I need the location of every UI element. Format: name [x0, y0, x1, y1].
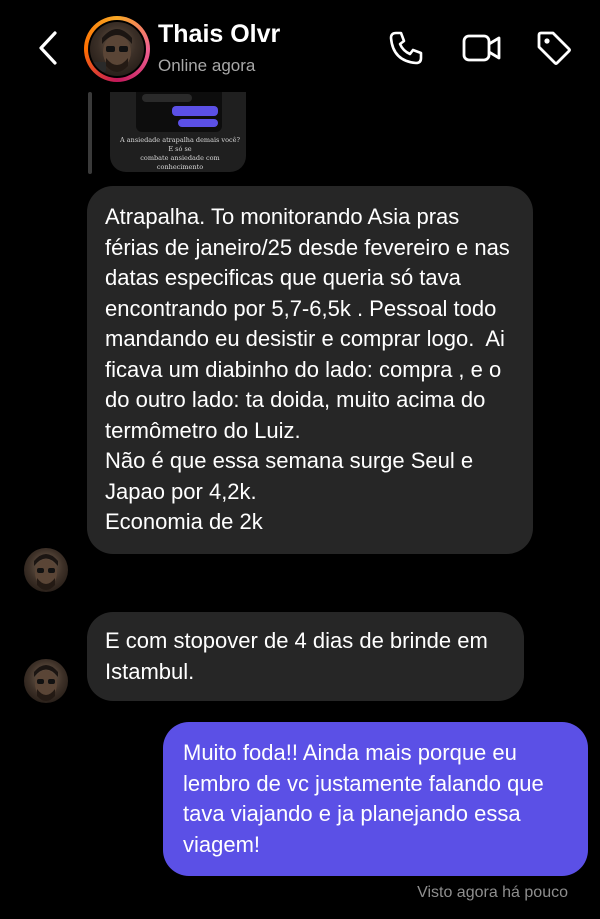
video-camera-icon: [462, 34, 501, 62]
caption-line: combate ansiedade com conhecimento: [140, 154, 220, 171]
chat-screen: Thais Olvr Online agora A ansiedade atra…: [0, 0, 600, 919]
message-paragraph: Muito foda!! Ainda mais porque eu lembro…: [183, 740, 550, 857]
voice-call-button[interactable]: [386, 28, 426, 68]
chat-header: Thais Olvr Online agora: [0, 0, 600, 92]
caption-line: A ansiedade atrapalha demais você? E só …: [120, 136, 240, 153]
contact-status: Online agora: [158, 56, 256, 75]
contact-avatar[interactable]: [84, 16, 150, 82]
tag-icon: [537, 31, 571, 65]
message-paragraph: Economia de 2k: [105, 509, 263, 534]
phone-icon: [389, 31, 423, 65]
sender-avatar[interactable]: [24, 548, 68, 592]
video-call-button[interactable]: [460, 28, 504, 68]
chevron-left-icon: [39, 31, 57, 65]
shared-post-screenshot: [136, 92, 222, 132]
shared-post-preview[interactable]: A ansiedade atrapalha demais você? E só …: [110, 92, 246, 172]
incoming-message[interactable]: Atrapalha. To monitorando Asia pras féri…: [87, 186, 533, 554]
incoming-message[interactable]: E com stopover de 4 dias de brinde em Is…: [87, 612, 524, 701]
message-paragraph: Atrapalha. To monitorando Asia pras féri…: [105, 204, 516, 443]
sender-avatar[interactable]: [24, 659, 68, 703]
contact-name[interactable]: Thais Olvr: [158, 20, 280, 49]
back-button[interactable]: [28, 26, 68, 70]
tag-button[interactable]: [534, 28, 574, 68]
avatar-photo: [90, 22, 144, 76]
outgoing-message[interactable]: Muito foda!! Ainda mais porque eu lembro…: [163, 722, 588, 876]
seen-status: Visto agora há pouco: [417, 884, 568, 901]
message-paragraph: E com stopover de 4 dias de brinde em Is…: [105, 628, 494, 684]
message-paragraph: Não é que essa semana surge Seul e Japao…: [105, 448, 480, 504]
reply-thread-line: [88, 92, 92, 174]
shared-post-caption: A ansiedade atrapalha demais você? E só …: [120, 136, 240, 172]
